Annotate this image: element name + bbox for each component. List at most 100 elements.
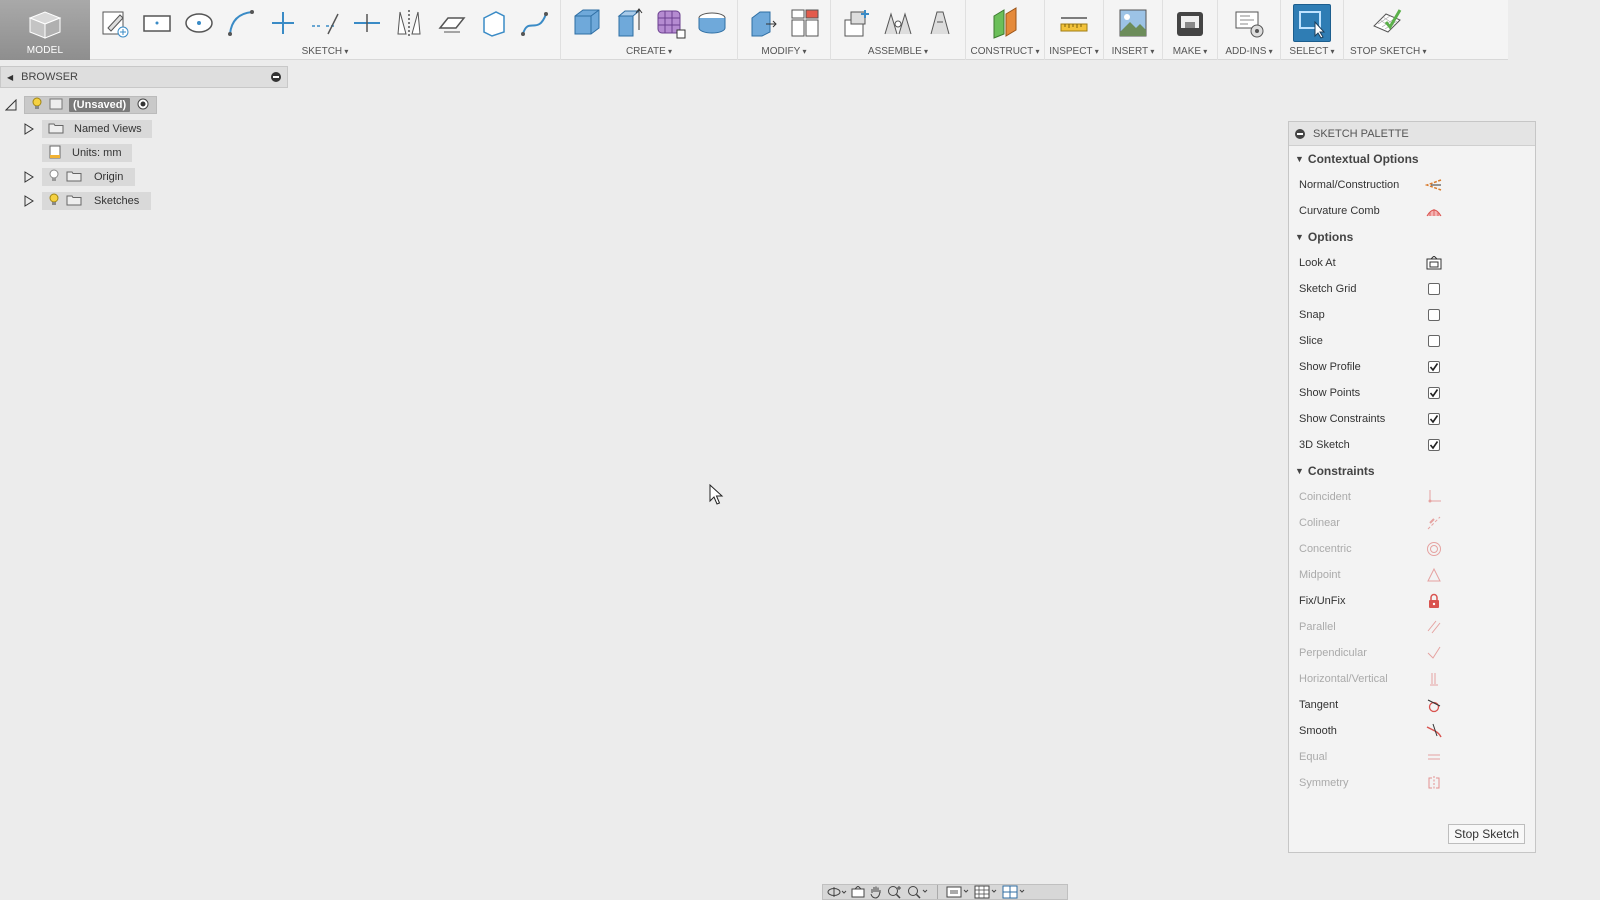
- sketch-plane-icon[interactable]: [430, 3, 472, 43]
- inspect-menu[interactable]: INSPECT: [1045, 46, 1103, 60]
- tree-root-node[interactable]: (Unsaved): [24, 96, 158, 114]
- viewports-icon[interactable]: [1002, 885, 1026, 899]
- slice-checkbox[interactable]: [1428, 335, 1440, 347]
- mirror-icon[interactable]: [388, 3, 430, 43]
- palette-minimize-icon[interactable]: [1295, 128, 1305, 139]
- modify-menu[interactable]: MODIFY: [738, 46, 830, 60]
- scripts-addins-icon[interactable]: [1228, 3, 1270, 43]
- tangent-icon[interactable]: [1424, 695, 1444, 715]
- 3d-sketch-checkbox[interactable]: [1428, 439, 1440, 451]
- orbit-icon[interactable]: [827, 885, 847, 899]
- sketch-menu[interactable]: SKETCH: [90, 46, 560, 60]
- tree-node-units[interactable]: Units: mm: [42, 144, 132, 162]
- named-views-expander-icon[interactable]: [22, 122, 36, 136]
- grid-snaps-icon[interactable]: [974, 885, 998, 899]
- create-sketch-icon[interactable]: [94, 3, 136, 43]
- joint-icon[interactable]: [877, 3, 919, 43]
- display-settings-icon[interactable]: [946, 885, 970, 899]
- extrude-icon[interactable]: [607, 3, 649, 43]
- visibility-bulb-off-icon[interactable]: [48, 169, 60, 186]
- box-icon[interactable]: [565, 3, 607, 43]
- rectangle-icon[interactable]: [136, 3, 178, 43]
- make-menu[interactable]: MAKE: [1163, 46, 1217, 60]
- sketches-expander-icon[interactable]: [22, 194, 36, 208]
- palette-header[interactable]: SKETCH PALETTE: [1289, 122, 1535, 146]
- look-at-nav-icon[interactable]: [851, 885, 865, 899]
- root-expander-icon[interactable]: [4, 98, 18, 112]
- spline-icon[interactable]: [514, 3, 556, 43]
- circle-icon[interactable]: [178, 3, 220, 43]
- create-menu[interactable]: CREATE: [561, 46, 737, 60]
- workspace-switcher-button[interactable]: MODEL: [0, 0, 90, 60]
- show-constraints-checkbox[interactable]: [1428, 413, 1440, 425]
- zoom-window-icon[interactable]: [907, 885, 929, 899]
- symmetry-icon[interactable]: [1424, 773, 1444, 793]
- arc-icon[interactable]: [220, 3, 262, 43]
- insert-menu[interactable]: INSERT: [1104, 46, 1162, 60]
- measure-icon[interactable]: [1053, 3, 1095, 43]
- sketch-grid-checkbox[interactable]: [1428, 283, 1440, 295]
- palette-row-coincident: Coincident: [1289, 484, 1535, 510]
- lock-icon[interactable]: [1424, 591, 1444, 611]
- navbar-divider: [937, 885, 938, 899]
- coincident-icon[interactable]: [1424, 487, 1444, 507]
- perpendicular-icon[interactable]: [1424, 643, 1444, 663]
- new-component-icon[interactable]: [835, 3, 877, 43]
- construction-line-icon[interactable]: [304, 3, 346, 43]
- trim-icon[interactable]: [346, 3, 388, 43]
- browser-collapse-arrow-icon[interactable]: ◀: [7, 73, 13, 82]
- units-document-icon: [48, 145, 62, 162]
- select-menu[interactable]: SELECT: [1281, 46, 1343, 60]
- browser-minimize-icon[interactable]: [271, 72, 281, 82]
- split-body-icon[interactable]: [784, 3, 826, 43]
- tree-node-origin[interactable]: Origin: [42, 168, 136, 186]
- point-icon[interactable]: [262, 3, 304, 43]
- offset-plane-icon[interactable]: [984, 3, 1026, 43]
- tree-label: Origin: [94, 171, 124, 183]
- look-at-icon[interactable]: [1424, 253, 1444, 273]
- select-icon[interactable]: [1293, 4, 1331, 42]
- curvature-comb-icon[interactable]: [1424, 201, 1444, 221]
- tree-node-sketches[interactable]: Sketches: [42, 192, 152, 210]
- normal-construction-icon[interactable]: [1424, 175, 1444, 195]
- show-profile-checkbox[interactable]: [1428, 361, 1440, 373]
- press-pull-icon[interactable]: [742, 3, 784, 43]
- stop-sketch-button[interactable]: Stop Sketch: [1448, 824, 1525, 844]
- assemble-menu[interactable]: ASSEMBLE: [831, 46, 965, 60]
- activate-radio-icon[interactable]: [136, 97, 150, 114]
- visibility-bulb-icon[interactable]: [48, 193, 60, 210]
- project-icon[interactable]: [472, 3, 514, 43]
- construct-menu[interactable]: CONSTRUCT: [966, 46, 1044, 60]
- zoom-icon[interactable]: [887, 885, 903, 899]
- as-built-joint-icon[interactable]: [919, 3, 961, 43]
- browser-header[interactable]: ◀ BROWSER: [0, 66, 288, 88]
- section-contextual-options[interactable]: ▼ Contextual Options: [1289, 146, 1535, 172]
- section-constraints[interactable]: ▼ Constraints: [1289, 458, 1535, 484]
- form-icon[interactable]: [649, 3, 691, 43]
- pan-hand-icon[interactable]: [869, 885, 883, 899]
- concentric-icon[interactable]: [1424, 539, 1444, 559]
- origin-expander-icon[interactable]: [22, 170, 36, 184]
- equal-icon[interactable]: [1424, 747, 1444, 767]
- 3d-print-icon[interactable]: [1169, 3, 1211, 43]
- sketch-group: SKETCH: [90, 0, 561, 60]
- horizontal-vertical-icon[interactable]: [1424, 669, 1444, 689]
- section-options[interactable]: ▼ Options: [1289, 224, 1535, 250]
- stop-sketch-icon[interactable]: [1366, 3, 1408, 43]
- midpoint-icon[interactable]: [1424, 565, 1444, 585]
- palette-row-midpoint: Midpoint: [1289, 562, 1535, 588]
- insert-image-icon[interactable]: [1112, 3, 1154, 43]
- show-points-checkbox[interactable]: [1428, 387, 1440, 399]
- palette-row-sketch-grid: Sketch Grid: [1289, 276, 1535, 302]
- tree-node-named-views[interactable]: Named Views: [42, 120, 152, 138]
- smooth-icon[interactable]: [1424, 721, 1444, 741]
- colinear-icon[interactable]: [1424, 513, 1444, 533]
- snap-checkbox[interactable]: [1428, 309, 1440, 321]
- checkmark-icon: [1429, 441, 1439, 450]
- patch-icon[interactable]: [691, 3, 733, 43]
- parallel-icon[interactable]: [1424, 617, 1444, 637]
- constraint-label: Fix/UnFix: [1299, 595, 1346, 607]
- stop-sketch-label[interactable]: STOP SKETCH: [1344, 46, 1432, 60]
- visibility-bulb-icon[interactable]: [31, 97, 43, 114]
- addins-menu[interactable]: ADD-INS: [1218, 46, 1280, 60]
